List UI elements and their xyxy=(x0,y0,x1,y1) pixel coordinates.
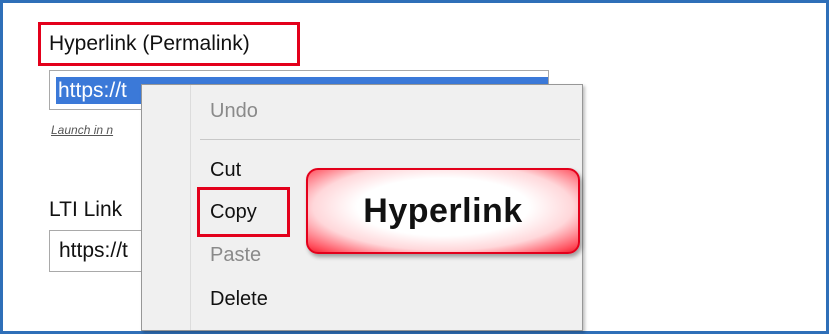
hyperlink-callout: Hyperlink xyxy=(306,168,580,254)
callout-text: Hyperlink xyxy=(363,191,523,230)
hyperlink-label: Hyperlink (Permalink) xyxy=(49,32,250,55)
menu-item-cut[interactable]: Cut xyxy=(210,159,241,182)
menu-item-paste[interactable]: Paste xyxy=(210,244,261,267)
menu-item-delete[interactable]: Delete xyxy=(210,288,268,311)
lti-link-label: LTI Link xyxy=(49,198,123,221)
menu-item-undo[interactable]: Undo xyxy=(210,100,258,123)
launch-link[interactable]: Launch in n xyxy=(51,123,113,137)
menu-separator xyxy=(200,139,580,140)
copy-highlight xyxy=(197,187,290,237)
menu-gutter xyxy=(190,85,191,330)
